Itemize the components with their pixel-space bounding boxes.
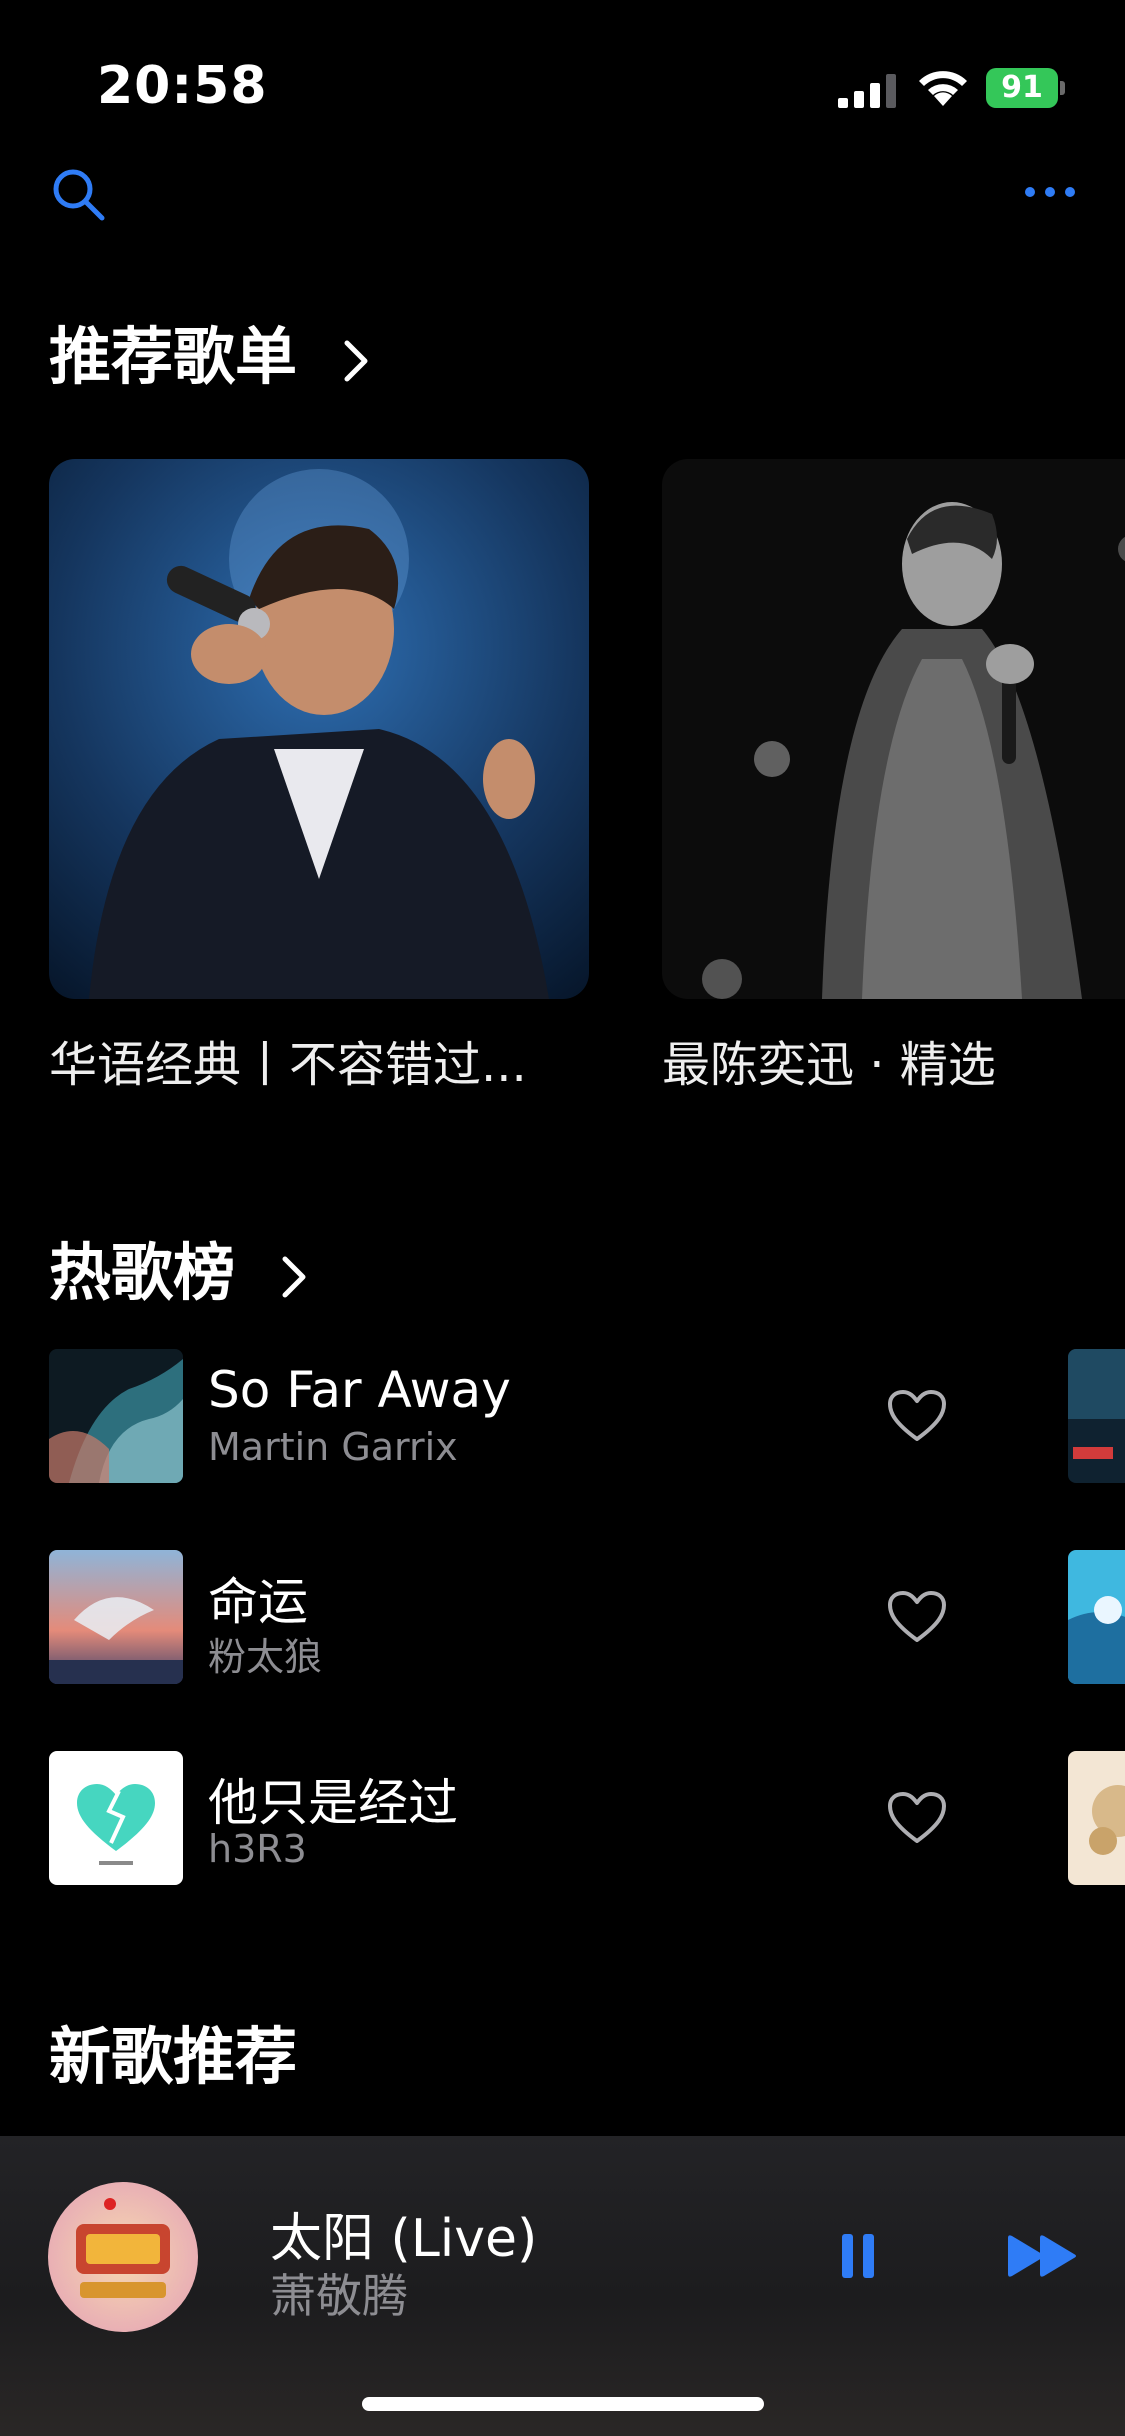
- next-column-artwork: [1068, 1550, 1125, 1684]
- status-time: 20:58: [97, 56, 268, 116]
- section-title-new-songs: 新歌推荐: [49, 2020, 298, 2093]
- playlist-title: 华语经典丨不容错过...: [49, 1037, 527, 1093]
- playlist-card[interactable]: 最陈奕迅 · 精选: [662, 459, 1125, 1093]
- fast-forward-icon[interactable]: [1006, 2234, 1078, 2278]
- more-options-icon[interactable]: [1022, 180, 1078, 204]
- next-column-artwork: [1068, 1349, 1125, 1483]
- section-header-new-songs[interactable]: 新歌推荐: [49, 2006, 297, 2096]
- song-artist: Martin Garrix: [208, 1425, 458, 1469]
- wifi-icon: [919, 71, 967, 106]
- chevron-right-icon: [282, 1256, 306, 1298]
- playlist-cover-image: [49, 459, 589, 999]
- song-artwork: [49, 1349, 183, 1483]
- heart-icon[interactable]: [887, 1590, 947, 1644]
- next-column-artwork: [1068, 1751, 1125, 1885]
- battery-cap: [1060, 81, 1065, 95]
- chevron-right-icon: [344, 340, 368, 382]
- song-artwork: [49, 1751, 183, 1885]
- now-playing-artwork: [48, 2182, 198, 2332]
- battery-indicator: 91: [986, 68, 1065, 108]
- section-header-hot-chart[interactable]: 热歌榜: [49, 1222, 309, 1312]
- music-app-screen: 20:58 91 推荐歌单 华语经典丨不容错过... 最陈奕迅 · 精选 热歌榜…: [0, 0, 1125, 2436]
- song-row[interactable]: 命运 粉太狼: [49, 1550, 1125, 1686]
- playlist-card[interactable]: 华语经典丨不容错过...: [49, 459, 589, 1093]
- song-title: So Far Away: [208, 1361, 511, 1419]
- song-row[interactable]: So Far Away Martin Garrix: [49, 1349, 1125, 1485]
- now-playing-artist: 萧敬腾: [270, 2269, 408, 2323]
- playlist-title: 最陈奕迅 · 精选: [662, 1037, 996, 1093]
- search-icon[interactable]: [50, 166, 106, 222]
- section-title-recommended: 推荐歌单: [49, 320, 298, 393]
- playlist-cover-image: [662, 459, 1125, 999]
- song-artist: 粉太狼: [208, 1635, 323, 1679]
- battery-level: 91: [1001, 70, 1043, 105]
- section-header-recommended[interactable]: 推荐歌单: [49, 306, 371, 396]
- heart-icon[interactable]: [887, 1791, 947, 1845]
- song-row[interactable]: 他只是经过 h3R3: [49, 1751, 1125, 1887]
- pause-icon[interactable]: [840, 2232, 876, 2280]
- cellular-signal-icon: [838, 74, 896, 108]
- song-artwork: [49, 1550, 183, 1684]
- song-title: 他只是经过: [208, 1774, 458, 1832]
- song-artist: h3R3: [208, 1827, 307, 1871]
- section-title-hot-chart: 热歌榜: [49, 1236, 236, 1309]
- song-title: 命运: [208, 1573, 308, 1631]
- mini-player[interactable]: 太阳 (Live) 萧敬腾: [0, 2136, 1125, 2436]
- heart-icon[interactable]: [887, 1389, 947, 1443]
- home-indicator[interactable]: [362, 2397, 764, 2411]
